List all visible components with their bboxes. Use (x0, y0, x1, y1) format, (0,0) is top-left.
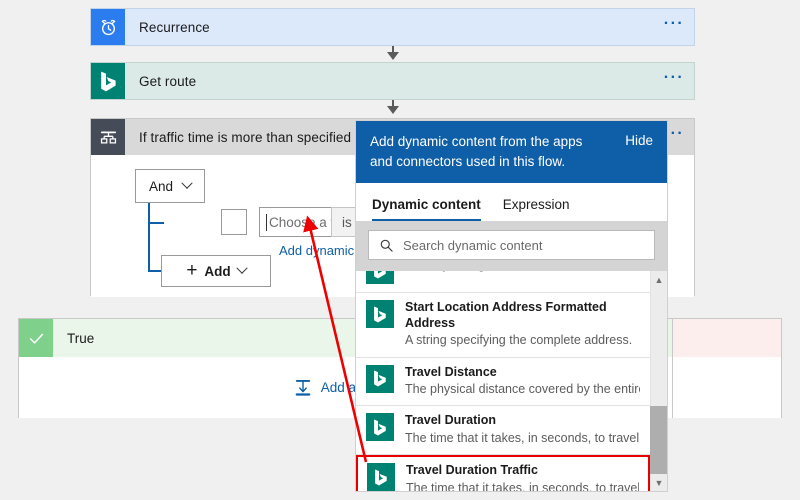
list-item[interactable]: Start Location Address Formatted Address… (356, 293, 650, 358)
bing-maps-icon (366, 413, 394, 442)
bing-maps-icon (366, 364, 394, 393)
bing-maps-icon (366, 300, 394, 328)
operator-label: is (342, 214, 352, 230)
logic-operator-dropdown[interactable]: And (135, 169, 205, 203)
search-placeholder: Search dynamic content (403, 237, 543, 253)
checkmark-icon (19, 319, 53, 357)
condition-branch-icon (91, 119, 125, 155)
bing-maps-icon (91, 63, 125, 99)
dynamic-content-panel[interactable]: Add dynamic content from the apps and co… (355, 120, 668, 492)
flow-step-menu-button[interactable]: ··· (654, 9, 694, 45)
list-item-travel-duration-traffic[interactable]: Travel Duration Traffic The time that it… (356, 455, 650, 491)
connector-arrow-2 (387, 106, 399, 114)
list-item-name: Travel Duration Traffic (406, 463, 538, 478)
list-item-name: Travel Distance (405, 364, 497, 379)
flow-step-title: Get route (139, 73, 197, 89)
list-item-name: Travel Duration (405, 413, 496, 428)
flow-step-menu-button[interactable]: ··· (654, 63, 694, 99)
list-item-description: The physical distance covered by the ent… (405, 382, 640, 397)
tree-branch-line-1 (148, 222, 164, 224)
logic-operator-label: And (148, 178, 174, 194)
list-item[interactable]: Travel Duration The time that it takes, … (356, 406, 650, 456)
alarm-clock-icon (91, 9, 125, 45)
scrollbar-thumb[interactable] (650, 406, 667, 474)
search-container: Search dynamic content (356, 221, 667, 271)
tree-trunk-line (148, 203, 150, 272)
text-cursor (266, 213, 267, 231)
search-input[interactable]: Search dynamic content (368, 230, 655, 260)
tab-dynamic-content[interactable]: Dynamic content (372, 197, 481, 221)
dynamic-content-tabs: Dynamic content Expression (356, 183, 667, 221)
dynamic-content-banner: Add dynamic content from the apps and co… (356, 121, 667, 183)
chevron-down-icon (236, 262, 248, 274)
dynamic-content-list-container: Country or region name of an address. St… (356, 271, 667, 491)
search-icon (380, 239, 393, 252)
list-item-description: Country or region name of an address. (405, 271, 619, 273)
flow-designer-canvas: Recurrence ··· Get route ··· If traffic … (0, 0, 800, 500)
list-item-description: The time that it takes, in seconds, to t… (405, 431, 640, 445)
list-item-name: Start Location Address Formatted Address (405, 300, 607, 330)
flow-step-recurrence[interactable]: Recurrence ··· (90, 8, 695, 46)
branch-false-header (673, 319, 781, 357)
connector-arrow-1 (387, 52, 399, 60)
flow-step-title: Recurrence (139, 19, 210, 35)
tab-expression[interactable]: Expression (503, 197, 570, 221)
chevron-down-icon[interactable]: ▼ (655, 474, 664, 491)
bing-maps-icon (366, 271, 394, 284)
branch-false-body (673, 357, 781, 418)
add-condition-label: Add (204, 263, 231, 279)
insert-action-icon (295, 379, 311, 396)
hide-button[interactable]: Hide (625, 132, 653, 148)
chevron-down-icon (181, 177, 193, 189)
dynamic-content-banner-text: Add dynamic content from the apps and co… (370, 134, 583, 169)
flow-step-get-route[interactable]: Get route ··· (90, 62, 695, 100)
list-item-description: The time that it takes, in seconds, to t… (406, 480, 639, 491)
add-condition-button[interactable]: + Add (161, 255, 271, 287)
dynamic-content-scrollbar[interactable]: ▲ ▼ (650, 271, 667, 491)
branch-false[interactable] (672, 318, 782, 418)
list-item[interactable]: Country or region name of an address. (356, 271, 650, 293)
bing-maps-icon (367, 463, 395, 491)
chevron-up-icon[interactable]: ▲ (655, 271, 664, 288)
list-item-description: A string specifying the complete address… (405, 333, 633, 348)
condition-row-checkbox[interactable] (221, 209, 247, 235)
dynamic-content-list[interactable]: Country or region name of an address. St… (356, 271, 650, 491)
branch-false-label (673, 319, 781, 357)
list-item[interactable]: Travel Distance The physical distance co… (356, 358, 650, 407)
